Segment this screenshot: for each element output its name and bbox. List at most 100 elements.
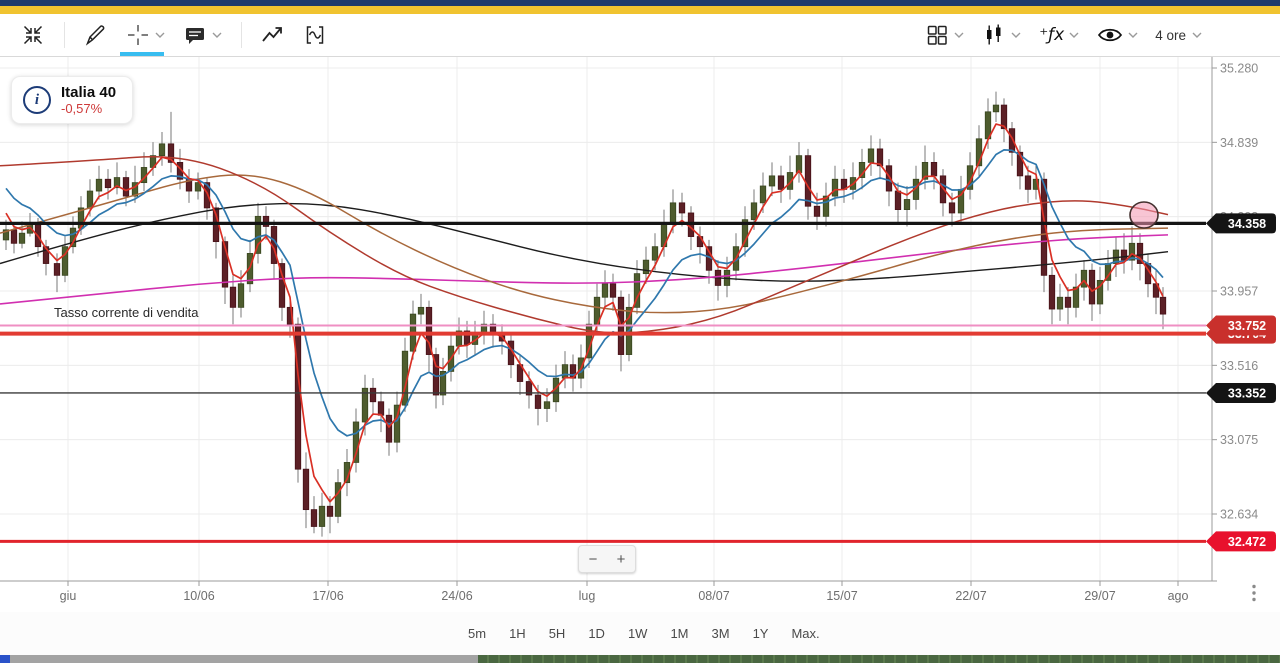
zoom-in-button[interactable]: + — [607, 546, 635, 572]
candle-bear — [377, 401, 385, 416]
chevron-down-icon — [155, 32, 165, 38]
candle-bull — [750, 202, 758, 221]
timeframe-3M[interactable]: 3M — [712, 624, 730, 643]
timeframe-5H[interactable]: 5H — [549, 624, 566, 643]
chevron-down-icon — [1011, 32, 1021, 38]
candle-bear — [1024, 175, 1032, 190]
x-axis-label: 15/07 — [826, 589, 857, 603]
collapse-button[interactable] — [12, 14, 54, 56]
minimap-empty-region[interactable] — [10, 655, 478, 663]
minimap-data-region[interactable] — [478, 655, 1280, 663]
price-chart-canvas[interactable]: giu 10/06 17/06 24/06 lug 08/07 15/07 22/07 29/0… — [0, 57, 1280, 606]
candle-bear — [10, 229, 18, 244]
price-badge-label: 34.358 — [1228, 217, 1266, 231]
y-axis-label: 33.957 — [1220, 285, 1258, 299]
candle-bear — [294, 323, 302, 470]
y-axis-label: 33.516 — [1220, 359, 1258, 373]
timeframe-1Y[interactable]: 1Y — [753, 624, 769, 643]
annotation-icon — [186, 28, 204, 44]
candle-bear — [53, 263, 61, 276]
candle-bear — [1120, 249, 1128, 261]
instrument-info-card[interactable]: i Italia 40 -0,57% — [11, 76, 134, 124]
crosshair-icon — [128, 25, 148, 45]
functions-fx-icon: ⁺ƒx — [1039, 25, 1065, 45]
candle-bull — [543, 401, 551, 409]
timeframe-1D[interactable]: 1D — [588, 624, 605, 643]
x-axis-label: 17/06 — [312, 589, 343, 603]
candle-bear — [1088, 269, 1096, 305]
x-axis-label: 08/07 — [698, 589, 729, 603]
trading-platform-window: { "window": {"accent_top": "#1d3a6b", "a… — [0, 0, 1280, 663]
functions-button[interactable]: ⁺ƒx — [1030, 14, 1088, 56]
zoom-out-button[interactable]: − — [579, 546, 607, 572]
collapse-icon — [23, 25, 43, 45]
candle-bull — [95, 178, 103, 192]
x-axis-label: giu — [60, 589, 77, 603]
layout-button[interactable] — [916, 14, 973, 56]
timeframe-1H[interactable]: 1H — [509, 624, 526, 643]
chevron-down-icon — [1069, 32, 1079, 38]
annotation-tool-button[interactable] — [174, 14, 231, 56]
draw-tool-button[interactable] — [75, 14, 117, 56]
candle-bear — [948, 202, 956, 214]
toolbar-separator — [64, 22, 65, 48]
trendline-tool-button[interactable] — [252, 14, 294, 56]
chart-type-button[interactable] — [973, 14, 1030, 56]
interval-label: 4 ore — [1155, 27, 1186, 43]
minimap-handle[interactable] — [0, 655, 10, 663]
candle-bull — [158, 143, 166, 157]
brand-accent-bar — [0, 6, 1280, 14]
candle-bear — [104, 178, 112, 189]
candle-bear — [310, 509, 318, 527]
candle-bear — [229, 286, 237, 308]
chevron-down-icon — [954, 32, 964, 38]
chevron-down-icon — [1192, 32, 1202, 38]
candle-bull — [831, 178, 839, 197]
candle-bull — [651, 246, 659, 261]
sell-rate-label: Tasso corrente di vendita — [54, 305, 199, 320]
candle-bull — [992, 104, 1000, 113]
price-badge-label: 32.472 — [1228, 535, 1266, 549]
candle-bull — [669, 202, 677, 224]
indicators-button[interactable] — [294, 14, 336, 56]
candle-bull — [1080, 269, 1088, 288]
candle-bear — [326, 505, 334, 517]
candle-bull — [86, 190, 94, 209]
candle-bull — [601, 283, 609, 298]
visibility-eye-icon — [1098, 28, 1123, 42]
candle-bear — [1064, 296, 1072, 308]
x-axis-label: 29/07 — [1084, 589, 1115, 603]
timeframe-1W[interactable]: 1W — [628, 624, 648, 643]
chart-type-candles-icon — [987, 24, 1001, 45]
candle-bull — [18, 232, 26, 244]
candle-bull — [759, 185, 767, 204]
candle-bear — [122, 177, 130, 197]
candle-bear — [777, 175, 785, 190]
timeframe-5m[interactable]: 5m — [468, 624, 486, 643]
timeframe-Max[interactable]: Max. — [791, 624, 819, 643]
candle-bull — [417, 306, 425, 315]
more-options-button[interactable] — [1244, 580, 1264, 606]
ma-slow-brown — [0, 174, 1169, 314]
y-axis-label: 35.280 — [1220, 62, 1258, 76]
y-axis-label: 34.839 — [1220, 136, 1258, 150]
highlight-circle-annotation[interactable] — [1129, 201, 1159, 229]
toolbar-separator — [241, 22, 242, 48]
interval-selector[interactable]: 4 ore — [1147, 28, 1210, 43]
crosshair-tool-button[interactable] — [117, 14, 174, 56]
timeline-minimap[interactable] — [0, 655, 1280, 663]
instrument-name: Italia 40 — [61, 84, 117, 101]
x-axis-label: 22/07 — [955, 589, 986, 603]
candle-bull — [903, 199, 911, 210]
candle-bull — [237, 283, 245, 308]
timeframe-1M[interactable]: 1M — [670, 624, 688, 643]
x-axis-label: 10/06 — [183, 589, 214, 603]
price-badge-label: 33.352 — [1228, 386, 1266, 400]
chevron-down-icon — [212, 32, 222, 38]
trendline-icon — [262, 27, 282, 42]
visibility-button[interactable] — [1088, 14, 1147, 56]
candle-bull — [334, 482, 342, 517]
price-badge-label: 33.752 — [1228, 319, 1266, 333]
candle-bear — [1048, 274, 1056, 310]
kebab-menu-icon — [1252, 584, 1256, 602]
